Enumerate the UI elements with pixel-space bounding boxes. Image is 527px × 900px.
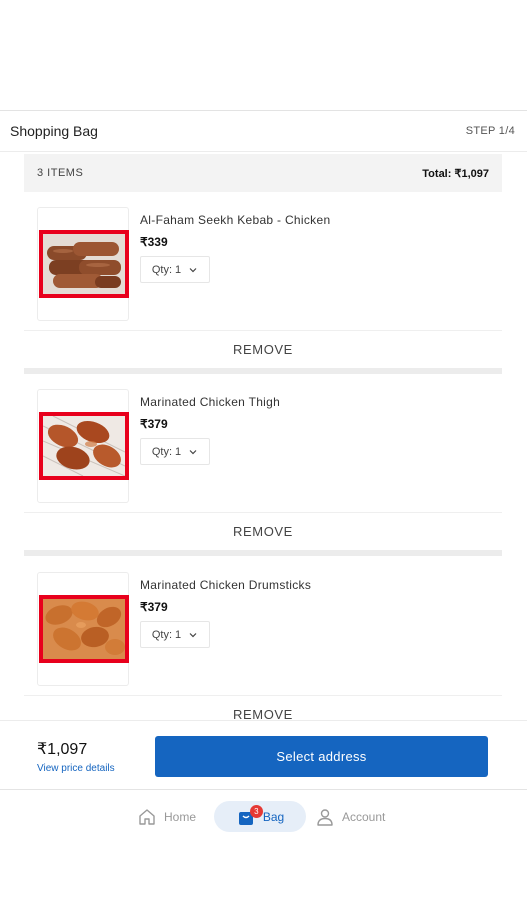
quantity-select[interactable]: Qty: 1 <box>140 256 210 283</box>
checkout-bar: ₹1,097 View price details Select address <box>0 720 527 790</box>
product-name: Al-Faham Seekh Kebab - Chicken <box>140 213 331 227</box>
seekh-kebab-image <box>43 234 125 294</box>
product-image-box[interactable] <box>37 389 129 503</box>
divider <box>24 550 502 556</box>
step-indicator: STEP 1/4 <box>465 125 515 137</box>
chicken-drumsticks-image <box>43 599 125 659</box>
product-price: ₹339 <box>140 235 168 249</box>
page-title: Shopping Bag <box>10 123 98 139</box>
cart-item: Marinated Chicken Thigh ₹379 Qty: 1 REMO… <box>24 374 502 556</box>
remove-button[interactable]: REMOVE <box>24 512 502 550</box>
bag-count-badge: 3 <box>249 804 263 818</box>
nav-bag-label: Bag <box>262 809 285 824</box>
product-image-box[interactable] <box>37 207 129 321</box>
item-count: 3 ITEMS <box>37 167 84 179</box>
product-price: ₹379 <box>140 600 168 614</box>
quantity-label: Qty: 1 <box>151 445 182 458</box>
product-image <box>39 412 129 480</box>
nav-account-label: Account <box>342 809 386 824</box>
checkout-amount: ₹1,097 <box>37 741 88 758</box>
cart-item: Al-Faham Seekh Kebab - Chicken ₹339 Qty:… <box>24 192 502 374</box>
quantity-select[interactable]: Qty: 1 <box>140 438 210 465</box>
product-image <box>39 230 129 298</box>
quantity-label: Qty: 1 <box>151 628 182 641</box>
product-name: Marinated Chicken Thigh <box>140 395 281 409</box>
bottom-nav: Home 3 Bag Account <box>0 790 527 842</box>
cart-summary-bar: 3 ITEMS Total: ₹1,097 <box>24 154 502 192</box>
nav-home-label: Home <box>164 809 197 824</box>
cart-total: Total: ₹1,097 <box>422 167 489 180</box>
home-icon <box>139 808 155 825</box>
product-name: Marinated Chicken Drumsticks <box>140 578 312 592</box>
select-address-button[interactable]: Select address <box>155 736 488 777</box>
chicken-thigh-image <box>43 416 125 476</box>
user-icon <box>317 808 333 826</box>
nav-bag[interactable]: 3 Bag <box>214 801 306 832</box>
chevron-down-icon <box>189 267 197 272</box>
view-price-details-link[interactable]: View price details <box>37 763 115 774</box>
cart-list[interactable]: 3 ITEMS Total: ₹1,097 Al-Faham Seekh Keb… <box>0 152 527 720</box>
chevron-down-icon <box>189 449 197 454</box>
product-image <box>39 595 129 663</box>
quantity-select[interactable]: Qty: 1 <box>140 621 210 648</box>
remove-button[interactable]: REMOVE <box>24 695 502 720</box>
quantity-label: Qty: 1 <box>151 263 182 276</box>
chevron-down-icon <box>189 632 197 637</box>
bag-icon-wrap: 3 <box>236 804 263 827</box>
cart-item: Marinated Chicken Drumsticks ₹379 Qty: 1… <box>24 557 502 720</box>
nav-home[interactable]: Home <box>137 801 196 832</box>
nav-account[interactable]: Account <box>315 801 385 832</box>
remove-button[interactable]: REMOVE <box>24 330 502 368</box>
product-price: ₹379 <box>140 417 168 431</box>
product-image-box[interactable] <box>37 572 129 686</box>
app-header: Shopping Bag STEP 1/4 <box>0 110 527 152</box>
